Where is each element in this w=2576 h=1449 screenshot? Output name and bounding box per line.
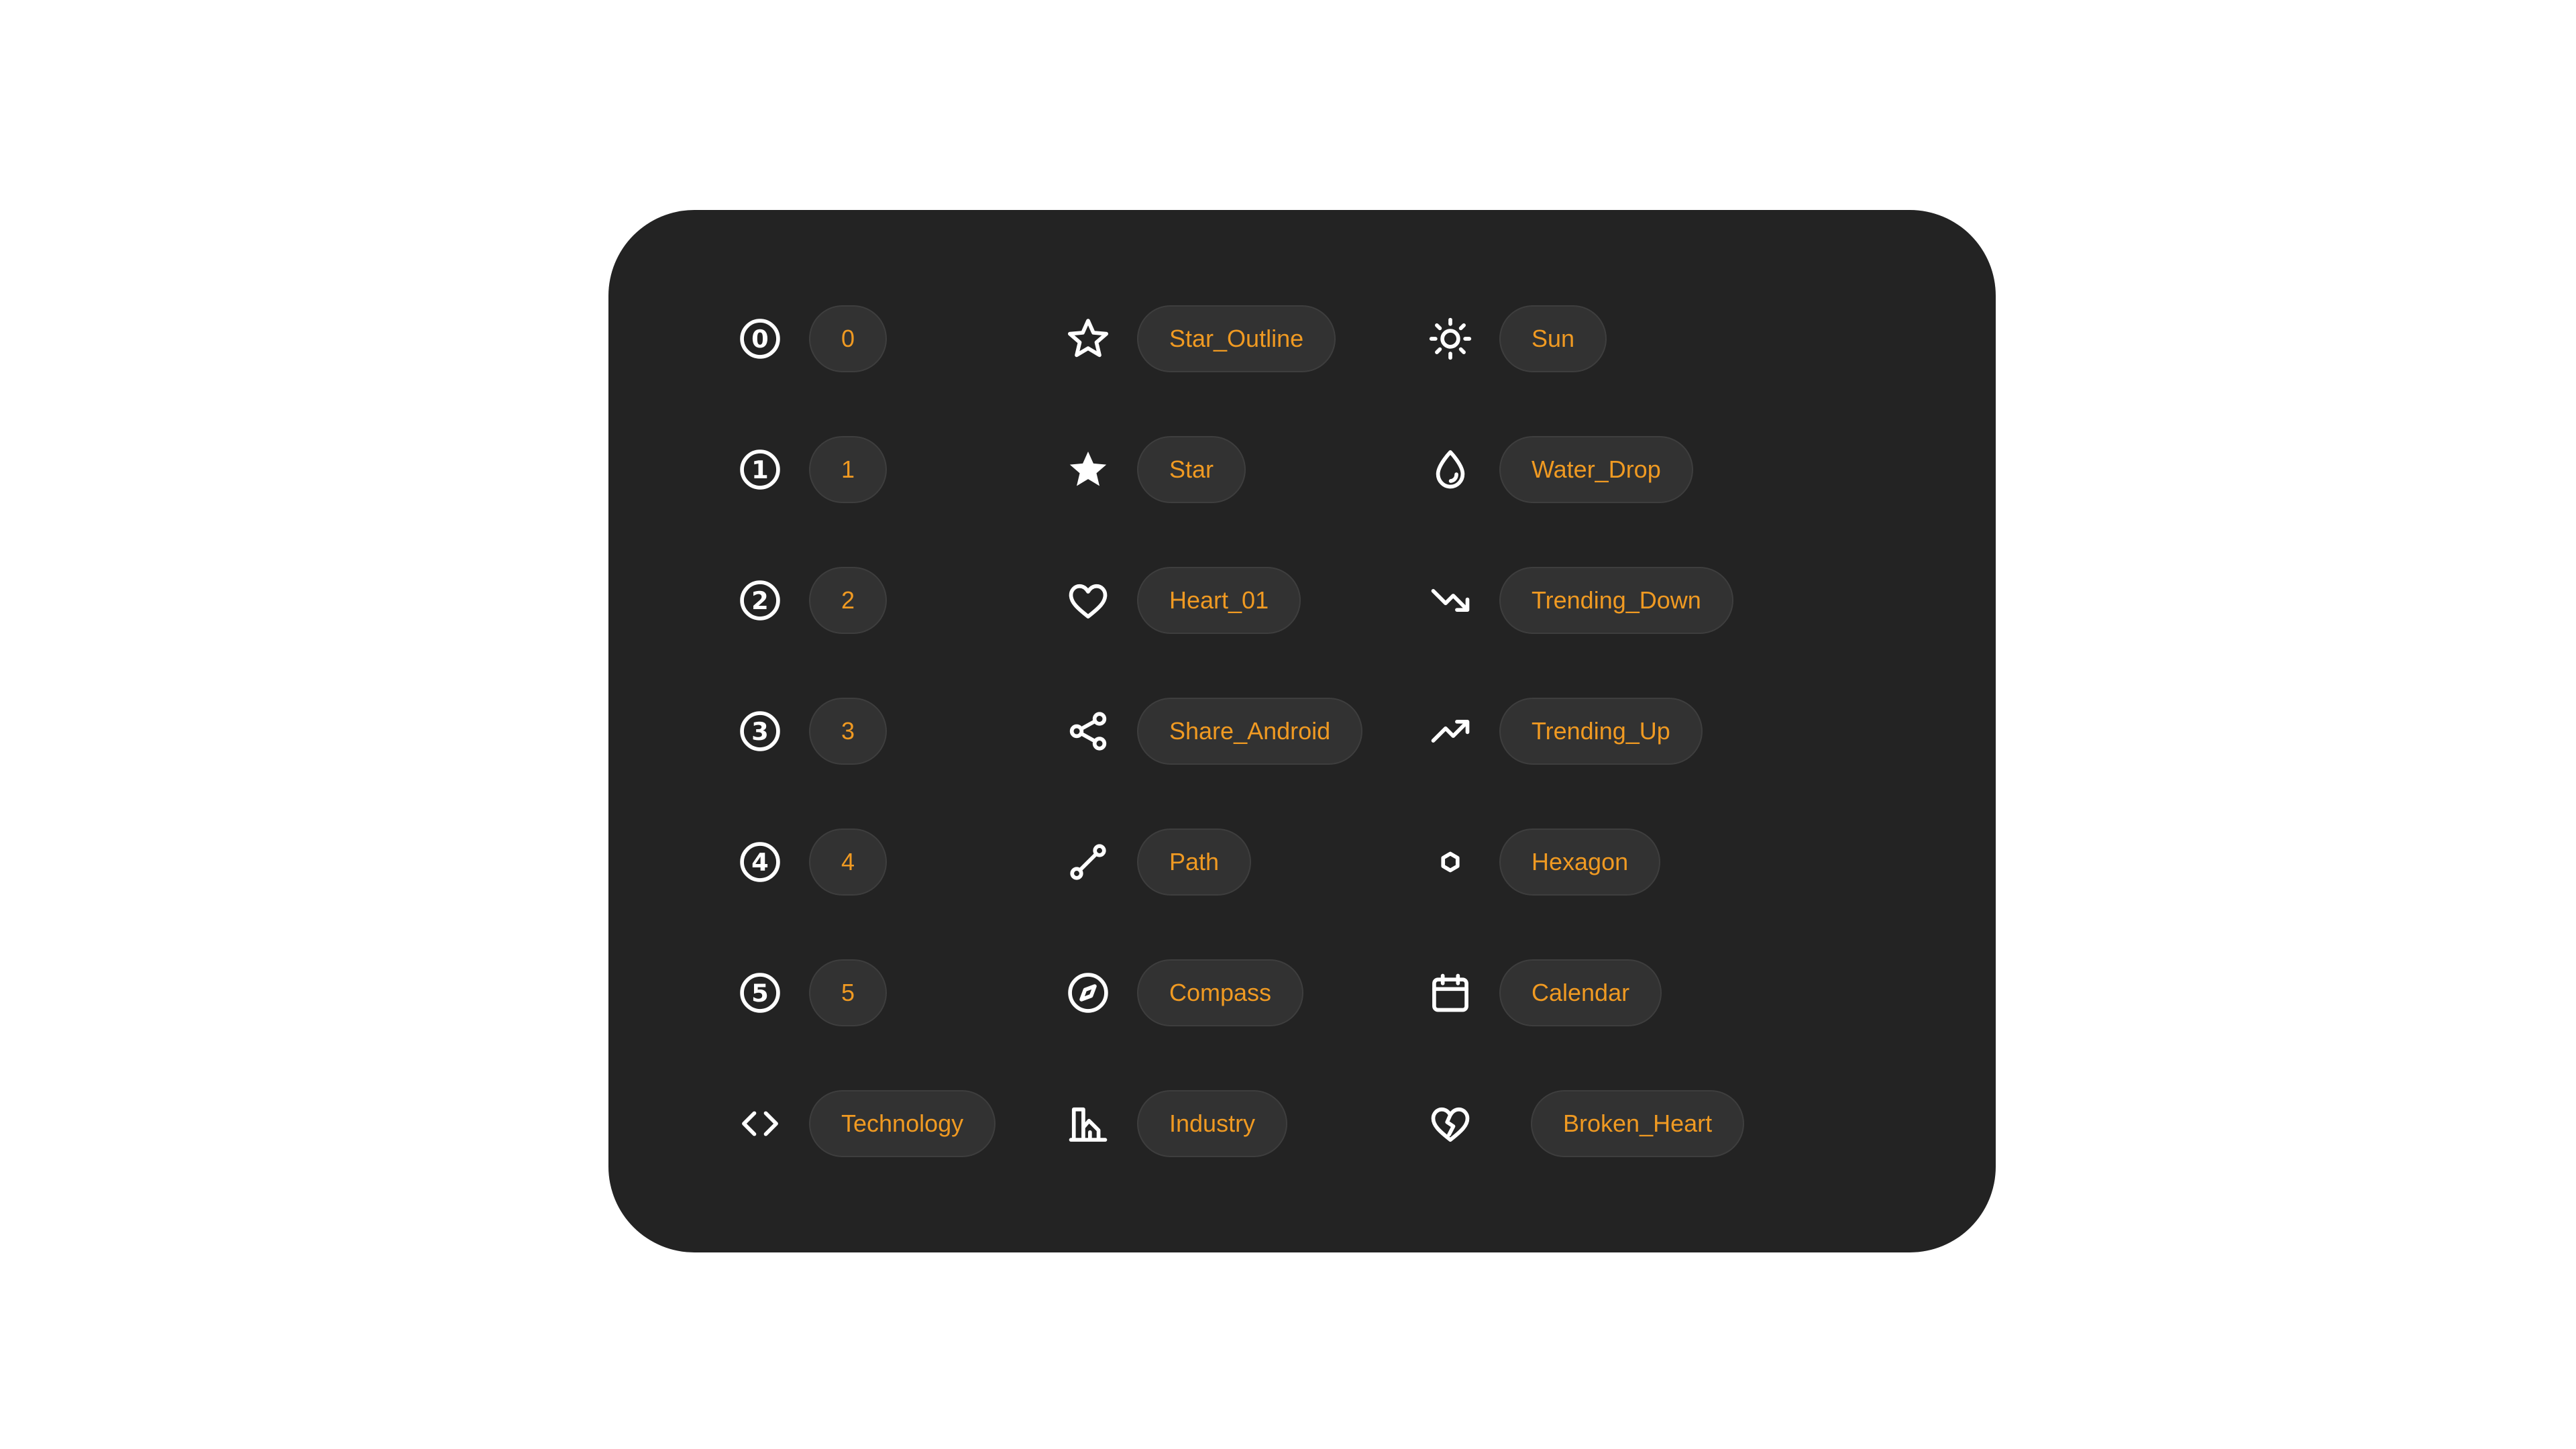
- icon-item-share-android[interactable]: Share_Android: [1061, 698, 1363, 765]
- icon-label-chip[interactable]: Star: [1137, 436, 1246, 503]
- icon-label-chip[interactable]: Star_Outline: [1137, 305, 1336, 372]
- industry-icon: [1061, 1097, 1115, 1150]
- trending-down-icon: [1424, 574, 1477, 627]
- icon-item-3[interactable]: 3 3: [733, 698, 888, 765]
- icon-item-trending-up[interactable]: Trending_Up: [1424, 698, 1703, 765]
- icon-label-chip[interactable]: Trending_Up: [1499, 698, 1703, 765]
- icon-item-industry[interactable]: Industry: [1061, 1090, 1288, 1157]
- icon-label-chip[interactable]: Industry: [1137, 1090, 1288, 1157]
- trending-up-icon: [1424, 704, 1477, 758]
- icon-label-chip[interactable]: Path: [1137, 828, 1252, 896]
- star-icon: [1061, 443, 1115, 496]
- svg-text:4: 4: [751, 848, 769, 877]
- icon-label-chip[interactable]: Sun: [1499, 305, 1607, 372]
- icon-label-chip[interactable]: 3: [809, 698, 888, 765]
- icon-item-trending-down[interactable]: Trending_Down: [1424, 567, 1733, 634]
- icon-item-compass[interactable]: Compass: [1061, 959, 1304, 1026]
- svg-text:2: 2: [751, 586, 769, 615]
- circled-digit-2-icon: 2: [733, 574, 787, 627]
- icon-label-chip[interactable]: Share_Android: [1137, 698, 1363, 765]
- icon-label-chip[interactable]: Trending_Down: [1499, 567, 1733, 634]
- icon-item-technology[interactable]: Technology: [733, 1090, 996, 1157]
- circled-digit-4-icon: 4: [733, 835, 787, 889]
- water-drop-icon: [1424, 443, 1477, 496]
- icon-label-chip[interactable]: Compass: [1137, 959, 1304, 1026]
- svg-text:0: 0: [751, 325, 769, 354]
- broken-heart-icon: [1424, 1097, 1477, 1150]
- circled-digit-3-icon: 3: [733, 704, 787, 758]
- circled-digit-5-icon: 5: [733, 966, 787, 1020]
- icon-label-chip[interactable]: 5: [809, 959, 888, 1026]
- icon-label-chip[interactable]: 4: [809, 828, 888, 896]
- icon-item-path[interactable]: Path: [1061, 828, 1252, 896]
- icon-item-water-drop[interactable]: Water_Drop: [1424, 436, 1693, 503]
- icon-item-2[interactable]: 2 2: [733, 567, 888, 634]
- compass-icon: [1061, 966, 1115, 1020]
- sun-icon: [1424, 312, 1477, 366]
- icon-item-star-outline[interactable]: Star_Outline: [1061, 305, 1336, 372]
- icon-label-chip[interactable]: Hexagon: [1499, 828, 1661, 896]
- icon-grid-card: 0 0 1 1 2 2 3 3 4 4 5 5 Technology Star_…: [608, 210, 1996, 1252]
- path-icon: [1061, 835, 1115, 889]
- icon-item-5[interactable]: 5 5: [733, 959, 888, 1026]
- icon-item-1[interactable]: 1 1: [733, 436, 888, 503]
- icon-label-chip[interactable]: 1: [809, 436, 888, 503]
- icon-item-hexagon[interactable]: Hexagon: [1424, 828, 1661, 896]
- icon-label-chip[interactable]: 2: [809, 567, 888, 634]
- hexagon-icon: [1424, 835, 1477, 889]
- icon-label-chip[interactable]: Heart_01: [1137, 567, 1301, 634]
- heart-icon: [1061, 574, 1115, 627]
- icon-item-sun[interactable]: Sun: [1424, 305, 1607, 372]
- share-android-icon: [1061, 704, 1115, 758]
- circled-digit-0-icon: 0: [733, 312, 787, 366]
- calendar-icon: [1424, 966, 1477, 1020]
- icon-item-calendar[interactable]: Calendar: [1424, 959, 1662, 1026]
- svg-text:1: 1: [751, 455, 769, 484]
- svg-text:3: 3: [751, 717, 769, 746]
- icon-label-chip[interactable]: Calendar: [1499, 959, 1662, 1026]
- svg-text:5: 5: [751, 979, 769, 1008]
- code-brackets-icon: [733, 1097, 787, 1150]
- icon-item-0[interactable]: 0 0: [733, 305, 888, 372]
- icon-item-star[interactable]: Star: [1061, 436, 1246, 503]
- icon-label-chip[interactable]: Broken_Heart: [1531, 1090, 1745, 1157]
- icon-label-chip[interactable]: Technology: [809, 1090, 996, 1157]
- icon-item-broken-heart[interactable]: Broken_Heart: [1424, 1090, 1745, 1157]
- icon-label-chip[interactable]: 0: [809, 305, 888, 372]
- circled-digit-1-icon: 1: [733, 443, 787, 496]
- icon-item-heart[interactable]: Heart_01: [1061, 567, 1301, 634]
- icon-label-chip[interactable]: Water_Drop: [1499, 436, 1693, 503]
- star-outline-icon: [1061, 312, 1115, 366]
- icon-item-4[interactable]: 4 4: [733, 828, 888, 896]
